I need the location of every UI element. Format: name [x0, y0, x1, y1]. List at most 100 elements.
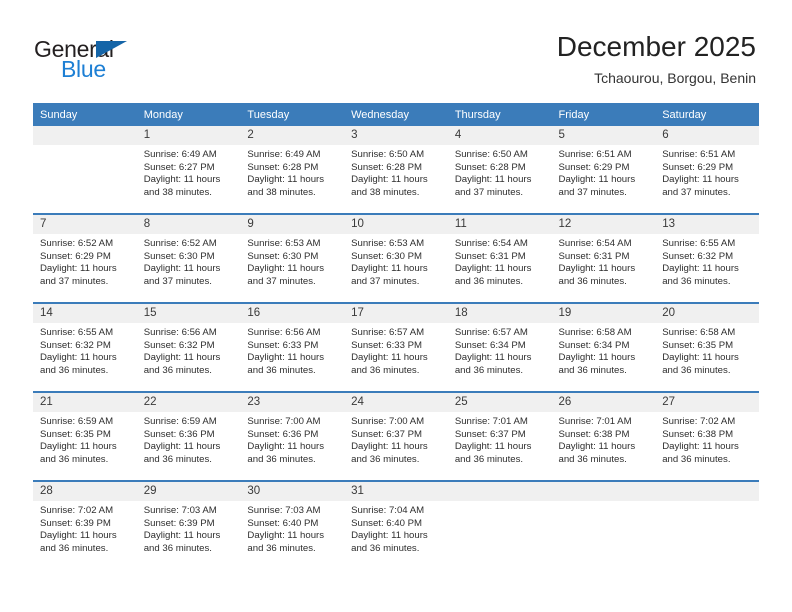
sunrise-text: Sunrise: 6:51 AM [558, 149, 632, 160]
calendar-day-cell[interactable]: 17 Sunrise: 6:57 AM Sunset: 6:33 PM Dayligh… [344, 302, 448, 392]
sunrise-text: Sunrise: 6:55 AM [40, 327, 114, 338]
daylight-text-line1: Daylight: 11 hours [558, 263, 636, 275]
daylight-text-line2: and 38 minutes. [143, 186, 212, 198]
day-sun-info: Sunrise: 6:56 AM Sunset: 6:32 PM Daylight:… [137, 323, 241, 377]
sunrise-text: Sunrise: 6:53 AM [351, 238, 425, 249]
calendar-day-cell[interactable]: 5 Sunrise: 6:51 AM Sunset: 6:29 PM Daylight… [551, 126, 656, 214]
day-sun-info: Sunrise: 6:51 AM Sunset: 6:29 PM Daylight:… [552, 145, 656, 199]
daylight-text-line2: and 36 minutes. [351, 542, 420, 554]
sunset-text: Sunset: 6:38 PM [558, 428, 630, 440]
sunset-text: Sunset: 6:33 PM [351, 339, 423, 351]
sunrise-text: Sunrise: 6:57 AM [454, 327, 528, 338]
day-cell-inner: 7 Sunrise: 6:52 AM Sunset: 6:29 PM Daylight… [33, 215, 137, 302]
daylight-text-line1: Daylight: 11 hours [247, 530, 325, 542]
sunset-text: Sunset: 6:38 PM [662, 428, 734, 440]
calendar-day-cell[interactable]: 19 Sunrise: 6:58 AM Sunset: 6:34 PM Dayligh… [551, 302, 656, 392]
general-blue-logo[interactable]: General Blue [34, 36, 174, 84]
calendar-day-cell[interactable]: 18 Sunrise: 6:57 AM Sunset: 6:34 PM Dayligh… [447, 302, 552, 392]
calendar-day-cell-empty [33, 126, 137, 214]
calendar-day-cell[interactable]: 16 Sunrise: 6:56 AM Sunset: 6:33 PM Dayligh… [240, 302, 345, 392]
daylight-text-line1: Daylight: 11 hours [40, 441, 117, 453]
day-cell-inner: 25 Sunrise: 7:01 AM Sunset: 6:37 PM Dayligh… [447, 393, 552, 480]
calendar-day-cell[interactable]: 28 Sunrise: 7:02 AM Sunset: 6:39 PM Dayligh… [33, 480, 137, 569]
sunset-text: Sunset: 6:29 PM [662, 161, 734, 173]
calendar-day-cell[interactable]: 15 Sunrise: 6:56 AM Sunset: 6:32 PM Dayligh… [136, 302, 241, 392]
calendar-day-cell[interactable]: 12 Sunrise: 6:54 AM Sunset: 6:31 PM Dayligh… [551, 213, 656, 303]
calendar-day-cell[interactable]: 14 Sunrise: 6:55 AM Sunset: 6:32 PM Dayligh… [33, 302, 137, 392]
daylight-text-line1: Daylight: 11 hours [40, 263, 117, 275]
day-number: 21 [33, 393, 137, 412]
day-sun-info: Sunrise: 7:00 AM Sunset: 6:37 PM Daylight:… [344, 412, 448, 466]
day-cell-inner: 28 Sunrise: 7:02 AM Sunset: 6:39 PM Dayligh… [33, 482, 137, 569]
sunset-text: Sunset: 6:32 PM [40, 339, 111, 351]
sunrise-text: Sunrise: 7:01 AM [558, 416, 632, 427]
calendar-day-cell[interactable]: 6 Sunrise: 6:51 AM Sunset: 6:29 PM Daylight… [655, 126, 759, 214]
calendar-day-cell[interactable]: 30 Sunrise: 7:03 AM Sunset: 6:40 PM Dayligh… [240, 480, 345, 569]
daylight-text-line2: and 37 minutes. [351, 275, 420, 287]
sunset-text: Sunset: 6:30 PM [143, 250, 215, 262]
sunrise-text: Sunrise: 7:01 AM [454, 416, 528, 427]
calendar-day-cell[interactable]: 21 Sunrise: 6:59 AM Sunset: 6:35 PM Dayligh… [33, 391, 137, 481]
sunset-text: Sunset: 6:28 PM [454, 161, 526, 173]
day-number: 6 [655, 126, 759, 145]
calendar-day-cell[interactable]: 27 Sunrise: 7:02 AM Sunset: 6:38 PM Dayligh… [655, 391, 759, 481]
calendar-day-cell[interactable]: 3 Sunrise: 6:50 AM Sunset: 6:28 PM Daylight… [344, 126, 448, 214]
calendar-day-cell[interactable]: 13 Sunrise: 6:55 AM Sunset: 6:32 PM Dayligh… [655, 213, 759, 303]
sunrise-text: Sunrise: 7:00 AM [247, 416, 321, 427]
daylight-text-line1: Daylight: 11 hours [351, 174, 428, 186]
day-cell-inner: 30 Sunrise: 7:03 AM Sunset: 6:40 PM Dayligh… [240, 482, 345, 569]
calendar-day-cell[interactable]: 31 Sunrise: 7:04 AM Sunset: 6:40 PM Dayligh… [344, 480, 448, 569]
sunrise-text: Sunrise: 6:55 AM [662, 238, 736, 249]
daylight-text-line1: Daylight: 11 hours [247, 441, 325, 453]
calendar-day-cell[interactable]: 11 Sunrise: 6:54 AM Sunset: 6:31 PM Dayligh… [447, 213, 552, 303]
calendar-day-cell[interactable]: 9 Sunrise: 6:53 AM Sunset: 6:30 PM Daylight… [240, 213, 345, 303]
sunset-text: Sunset: 6:32 PM [662, 250, 734, 262]
daylight-text-line1: Daylight: 11 hours [247, 174, 325, 186]
calendar-day-cell[interactable]: 1 Sunrise: 6:49 AM Sunset: 6:27 PM Daylight… [136, 126, 241, 214]
daylight-text-line2: and 38 minutes. [351, 186, 420, 198]
day-number: 24 [344, 393, 448, 412]
calendar-header-row-group: Sunday Monday Tuesday Wednesday Thursday… [33, 103, 759, 126]
sunrise-text: Sunrise: 6:52 AM [40, 238, 114, 249]
daylight-text-line1: Daylight: 11 hours [558, 174, 636, 186]
day-sun-info: Sunrise: 6:55 AM Sunset: 6:32 PM Daylight:… [655, 234, 759, 288]
day-number: 16 [240, 304, 345, 323]
daylight-text-line2: and 36 minutes. [662, 275, 731, 287]
day-number: 28 [33, 482, 137, 501]
daylight-text-line1: Daylight: 11 hours [247, 263, 325, 275]
daylight-text-line1: Daylight: 11 hours [662, 352, 739, 364]
day-cell-inner: 23 Sunrise: 7:00 AM Sunset: 6:36 PM Dayligh… [240, 393, 345, 480]
day-number: 26 [551, 393, 656, 412]
day-number: 23 [240, 393, 345, 412]
calendar-day-cell[interactable]: 2 Sunrise: 6:49 AM Sunset: 6:28 PM Daylight… [240, 126, 345, 214]
calendar-day-cell[interactable]: 4 Sunrise: 6:50 AM Sunset: 6:28 PM Daylight… [447, 126, 552, 214]
calendar-day-cell[interactable]: 26 Sunrise: 7:01 AM Sunset: 6:38 PM Dayligh… [551, 391, 656, 481]
sunrise-text: Sunrise: 7:00 AM [351, 416, 425, 427]
sunset-text: Sunset: 6:37 PM [454, 428, 526, 440]
sunset-text: Sunset: 6:40 PM [247, 517, 319, 529]
calendar-day-cell[interactable]: 20 Sunrise: 6:58 AM Sunset: 6:35 PM Dayligh… [655, 302, 759, 392]
day-number: 17 [344, 304, 448, 323]
day-cell-inner: 12 Sunrise: 6:54 AM Sunset: 6:31 PM Dayligh… [551, 215, 656, 302]
sunrise-text: Sunrise: 7:04 AM [351, 505, 425, 516]
day-number: 10 [344, 215, 448, 234]
daylight-text-line1: Daylight: 11 hours [454, 263, 532, 275]
page-header: General Blue December 2025 Tchaourou, Bo… [0, 0, 792, 103]
calendar-day-cell[interactable]: 10 Sunrise: 6:53 AM Sunset: 6:30 PM Dayligh… [344, 213, 448, 303]
day-sun-info: Sunrise: 7:02 AM Sunset: 6:38 PM Daylight:… [655, 412, 759, 466]
sunrise-text: Sunrise: 6:58 AM [662, 327, 736, 338]
sunset-text: Sunset: 6:39 PM [143, 517, 215, 529]
weekday-header-tuesday: Tuesday [240, 103, 345, 126]
day-number: 14 [33, 304, 137, 323]
calendar-day-cell[interactable]: 8 Sunrise: 6:52 AM Sunset: 6:30 PM Daylight… [136, 213, 241, 303]
calendar-day-cell[interactable]: 7 Sunrise: 6:52 AM Sunset: 6:29 PM Daylight… [33, 213, 137, 303]
calendar-day-cell[interactable]: 29 Sunrise: 7:03 AM Sunset: 6:39 PM Dayligh… [136, 480, 241, 569]
calendar-day-cell[interactable]: 23 Sunrise: 7:00 AM Sunset: 6:36 PM Dayligh… [240, 391, 345, 481]
weekday-header-monday: Monday [136, 103, 241, 126]
calendar-day-cell[interactable]: 25 Sunrise: 7:01 AM Sunset: 6:37 PM Dayligh… [447, 391, 552, 481]
calendar-day-cell[interactable]: 24 Sunrise: 7:00 AM Sunset: 6:37 PM Dayligh… [344, 391, 448, 481]
daylight-text-line2: and 36 minutes. [454, 453, 524, 465]
calendar-day-cell[interactable]: 22 Sunrise: 6:59 AM Sunset: 6:36 PM Dayligh… [136, 391, 241, 481]
daylight-text-line2: and 36 minutes. [40, 453, 109, 465]
daylight-text-line2: and 36 minutes. [143, 364, 212, 376]
